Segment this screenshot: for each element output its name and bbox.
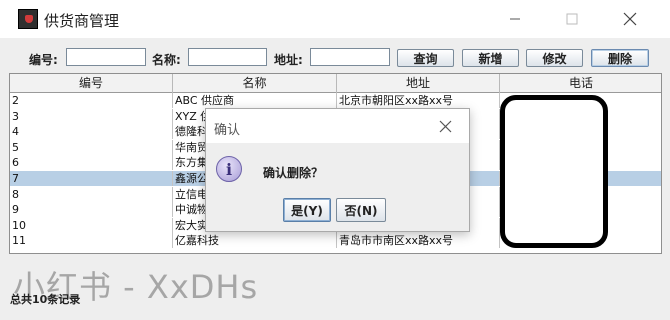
table-cell-address: 青岛市市南区xx路xx号 [337, 233, 500, 249]
table-cell-address: 北京市朝阳区xx路xx号 [337, 93, 500, 108]
address-label: 地址: [274, 53, 303, 67]
table-cell-id: 3 [10, 108, 173, 124]
search-button[interactable]: 查询 [397, 49, 454, 67]
table-cell-id: 2 [10, 93, 173, 108]
edit-button[interactable]: 修改 [526, 49, 583, 67]
dialog-title: 确认 [214, 123, 241, 138]
app-icon [18, 9, 38, 29]
dialog-close-button[interactable] [433, 116, 457, 136]
window-title: 供货商管理 [44, 12, 120, 30]
table-cell-id: 8 [10, 186, 173, 202]
id-input[interactable] [66, 48, 146, 66]
minimize-button[interactable] [493, 6, 537, 32]
table-cell-id: 10 [10, 217, 173, 233]
dialog-title-bar: 确认 [206, 109, 469, 143]
table-cell-id: 9 [10, 202, 173, 218]
close-button[interactable] [608, 6, 652, 32]
table-header: 编号 名称 地址 电话 [10, 74, 661, 93]
add-button[interactable]: 新增 [462, 49, 519, 67]
close-icon [623, 12, 637, 26]
delete-button[interactable]: 删除 [591, 49, 649, 67]
column-header-id[interactable]: 编号 [10, 74, 173, 93]
no-button[interactable]: 否(N) [336, 198, 386, 222]
title-bar: 供货商管理 [0, 0, 670, 38]
table-cell-id: 4 [10, 124, 173, 140]
maximize-icon [566, 13, 578, 25]
confirm-dialog: 确认 i 确认删除？ 是(Y) 否(N) [205, 108, 470, 232]
close-icon [439, 120, 451, 132]
table-cell-name: ABC 供应商 [173, 93, 337, 108]
column-header-address[interactable]: 地址 [337, 74, 500, 93]
column-header-phone[interactable]: 电话 [500, 74, 661, 93]
maximize-button[interactable] [550, 6, 594, 32]
column-header-name[interactable]: 名称 [173, 74, 337, 93]
name-input[interactable] [188, 48, 267, 66]
table-cell-id: 6 [10, 155, 173, 171]
address-input[interactable] [310, 48, 390, 66]
search-toolbar: 编号: 名称: 地址: 查询 新增 修改 删除 [0, 38, 670, 72]
table-cell-id: 11 [10, 233, 173, 249]
table-cell-id: 7 [10, 171, 173, 186]
yes-button[interactable]: 是(Y) [283, 198, 331, 222]
info-icon: i [216, 156, 242, 182]
table-cell-id: 5 [10, 139, 173, 155]
table-cell-name: 亿嘉科技 [173, 233, 337, 249]
minimize-icon [510, 18, 520, 20]
name-label: 名称: [152, 53, 181, 67]
id-label: 编号: [29, 53, 58, 67]
dialog-message: 确认删除？ [263, 166, 324, 180]
redaction-box [500, 95, 608, 248]
record-count: 总共10条记录 [10, 293, 81, 306]
